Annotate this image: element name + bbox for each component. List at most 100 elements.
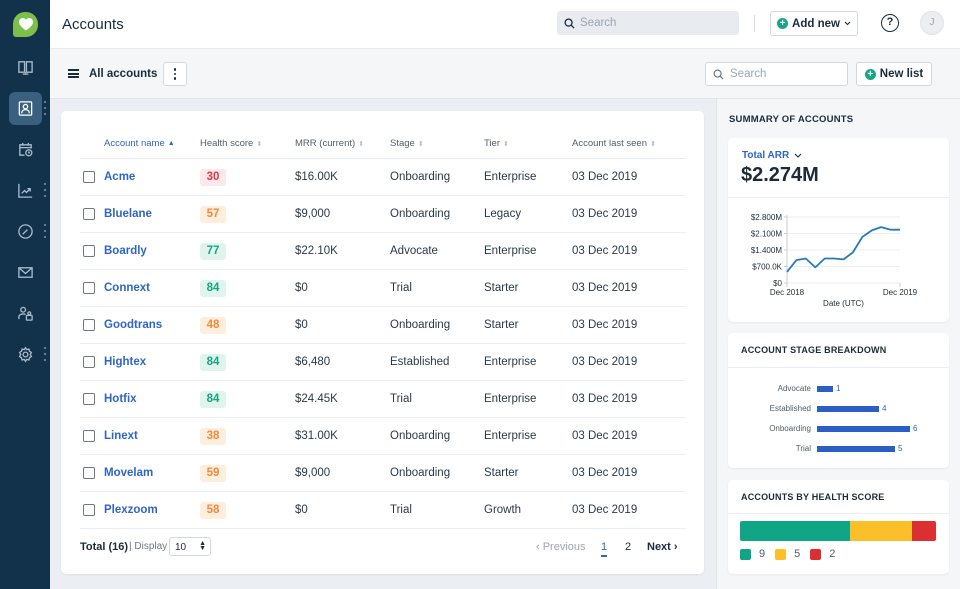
- user-avatar[interactable]: J: [920, 11, 944, 35]
- stage-bar-value: 5: [898, 444, 903, 453]
- stage-bar-label: Advocate: [777, 384, 811, 393]
- row-checkbox[interactable]: [83, 282, 95, 294]
- sidebar: [0, 0, 50, 589]
- sidebar-item-accounts[interactable]: [9, 92, 42, 125]
- previous-page-button[interactable]: ‹ Previous: [536, 541, 586, 553]
- page-size-select[interactable]: 10 ▲ ▼: [169, 537, 211, 556]
- table-row[interactable]: Hotfix 84 $24.45K Trial Enterprise 03 Dec 201…: [80, 381, 686, 418]
- help-icon[interactable]: ?: [881, 14, 899, 32]
- arr-metric-dropdown[interactable]: Total ARR: [742, 150, 802, 161]
- sidebar-item-reports-more[interactable]: [43, 183, 46, 197]
- sort-icon: ⬍: [417, 140, 424, 148]
- sidebar-item-timeline[interactable]: [9, 133, 42, 166]
- stage-bar-row: Advocate 1: [728, 383, 949, 395]
- sort-icon: ⬍: [503, 140, 509, 148]
- stage-bar-value: 6: [913, 424, 918, 433]
- sidebar-item-reports[interactable]: [9, 174, 42, 207]
- stage-cell: Onboarding: [390, 430, 451, 442]
- tier-cell: Starter: [484, 319, 519, 331]
- row-checkbox[interactable]: [83, 208, 95, 220]
- stage-breakdown-title: ACCOUNT STAGE BREAKDOWN: [741, 345, 887, 355]
- last-seen-cell: 03 Dec 2019: [572, 171, 638, 183]
- row-checkbox[interactable]: [83, 319, 95, 331]
- table-row[interactable]: Hightex 84 $6,480 Established Enterprise 03 D…: [80, 344, 686, 381]
- column-header-tier[interactable]: Tier ⬍: [484, 138, 509, 149]
- row-checkbox[interactable]: [83, 504, 95, 516]
- column-header-stage[interactable]: Stage ⬍: [390, 138, 424, 149]
- account-name-link[interactable]: Movelam: [104, 467, 153, 479]
- row-checkbox[interactable]: [83, 393, 95, 405]
- global-search-input[interactable]: Search: [557, 11, 739, 35]
- sidebar-item-accounts-more[interactable]: [43, 101, 46, 115]
- account-name-link[interactable]: Connext: [104, 282, 150, 294]
- page-2-button[interactable]: 2: [625, 541, 631, 553]
- display-label: | Display: [129, 541, 168, 552]
- y-tick-label: $0: [773, 279, 782, 288]
- stage-bar-value: 4: [882, 404, 887, 413]
- column-header-account-name[interactable]: Account name ▲: [104, 138, 175, 149]
- sidebar-item-settings[interactable]: [9, 338, 42, 371]
- sidebar-item-settings-more[interactable]: [43, 347, 46, 361]
- account-name-link[interactable]: Linext: [104, 430, 138, 442]
- table-row[interactable]: Plexzoom 58 $0 Trial Growth 03 Dec 2019: [80, 492, 686, 529]
- sidebar-item-dashboard[interactable]: [9, 215, 42, 248]
- table-row[interactable]: Movelam 59 $9,000 Onboarding Starter 03 Dec 2…: [80, 455, 686, 492]
- next-page-button[interactable]: Next ›: [647, 541, 678, 553]
- account-name-link[interactable]: Acme: [104, 171, 135, 183]
- account-name-link[interactable]: Bluelane: [104, 208, 152, 220]
- stage-bar: [817, 406, 879, 412]
- table-row[interactable]: Boardly 77 $22.10K Advocate Enterprise 03 Dec…: [80, 233, 686, 270]
- divider: [754, 15, 755, 32]
- account-name-link[interactable]: Goodtrans: [104, 319, 162, 331]
- column-header-last-seen[interactable]: Account last seen ⬍: [572, 138, 656, 149]
- last-seen-cell: 03 Dec 2019: [572, 245, 638, 257]
- mrr-cell: $31.00K: [295, 430, 338, 442]
- page-title: Accounts: [62, 16, 124, 33]
- account-name-link[interactable]: Plexzoom: [104, 504, 158, 516]
- app-logo[interactable]: [13, 12, 38, 37]
- last-seen-cell: 03 Dec 2019: [572, 393, 638, 405]
- row-checkbox[interactable]: [83, 356, 95, 368]
- calendar-clock-icon: [19, 142, 33, 157]
- stage-cell: Advocate: [390, 245, 438, 257]
- legend-value: 9: [759, 548, 766, 560]
- mrr-cell: $22.10K: [295, 245, 338, 257]
- table-row[interactable]: Goodtrans 48 $0 Onboarding Starter 03 Dec 201…: [80, 307, 686, 344]
- row-checkbox[interactable]: [83, 467, 95, 479]
- stage-bar-value: 1: [836, 384, 841, 393]
- table-row[interactable]: Bluelane 57 $9,000 Onboarding Legacy 03 Dec 2…: [80, 196, 686, 233]
- list-options-button[interactable]: [163, 62, 187, 86]
- column-header-health-score[interactable]: Health score ⬍: [200, 138, 262, 149]
- legend-value: 5: [794, 548, 801, 560]
- x-tick-label: Dec 2018: [770, 288, 805, 297]
- row-checkbox[interactable]: [83, 171, 95, 183]
- divider: [728, 513, 949, 514]
- user-card-icon: [18, 101, 33, 116]
- new-list-button[interactable]: + New list: [856, 62, 932, 86]
- health-score-card: ACCOUNTS BY HEALTH SCORE 9 5 2: [728, 480, 949, 574]
- accounts-table: Account name ▲ Health score ⬍ MRR (current…: [61, 111, 704, 574]
- add-new-button[interactable]: + Add new: [770, 11, 858, 36]
- account-name-link[interactable]: Hightex: [104, 356, 146, 368]
- select-arrows-icon: ▲ ▼: [199, 540, 206, 552]
- sidebar-item-playbooks[interactable]: [9, 51, 42, 84]
- sidebar-item-dashboard-more[interactable]: [43, 224, 46, 238]
- gauge-icon: [18, 224, 33, 239]
- row-checkbox[interactable]: [83, 430, 95, 442]
- account-name-link[interactable]: Boardly: [104, 245, 147, 257]
- health-score-badge: 84: [200, 280, 226, 297]
- table-row[interactable]: Linext 38 $31.00K Onboarding Enterprise 03 De…: [80, 418, 686, 455]
- column-header-mrr[interactable]: MRR (current) ⬍: [295, 138, 364, 149]
- table-row[interactable]: Connext 84 $0 Trial Starter 03 Dec 2019: [80, 270, 686, 307]
- account-name-link[interactable]: Hotfix: [104, 393, 137, 405]
- table-row[interactable]: Acme 30 $16.00K Onboarding Enterprise 03 Dec …: [80, 159, 686, 196]
- tier-cell: Enterprise: [484, 171, 537, 183]
- page-1-button[interactable]: 1: [601, 541, 608, 557]
- sidebar-item-mail[interactable]: [9, 256, 42, 289]
- sidebar-item-users[interactable]: [9, 297, 42, 330]
- row-checkbox[interactable]: [83, 245, 95, 257]
- list-menu-icon[interactable]: [68, 69, 79, 78]
- stage-cell: Onboarding: [390, 171, 451, 183]
- list-search-input[interactable]: Search: [705, 62, 848, 86]
- x-axis-label: Date (UTC): [823, 299, 864, 308]
